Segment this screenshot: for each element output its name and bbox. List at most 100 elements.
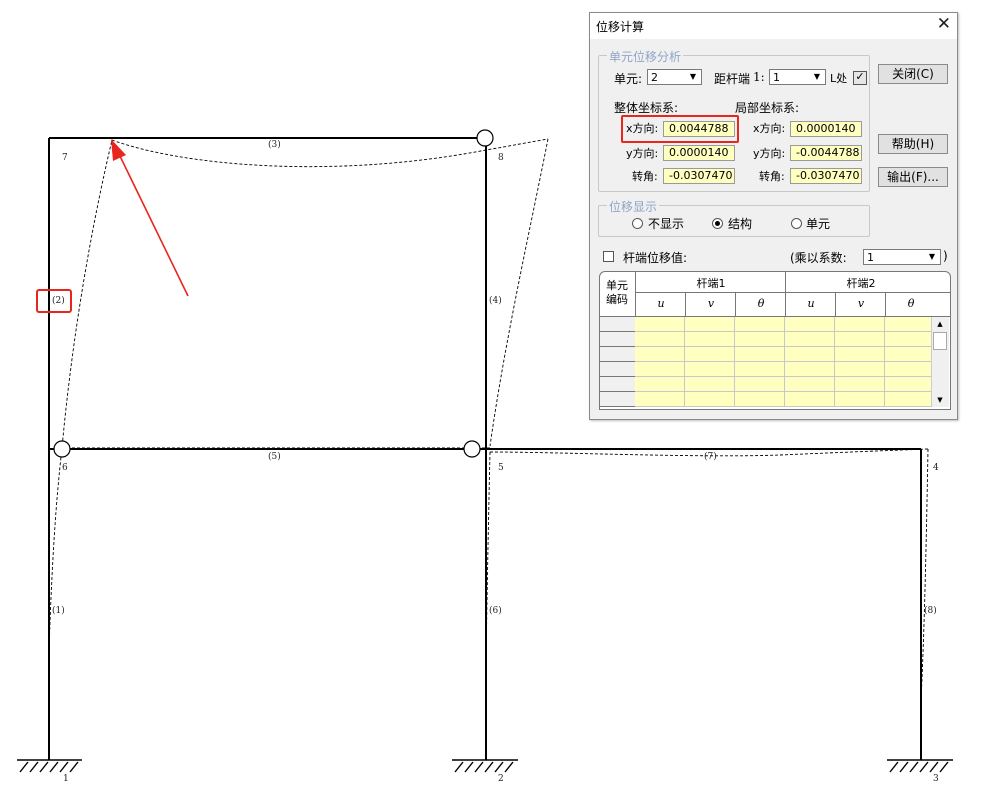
table-cell[interactable] — [635, 332, 685, 347]
member-label-7: (7) — [704, 451, 717, 462]
table-cell[interactable] — [685, 392, 735, 407]
hinge-node-6 — [53, 440, 71, 458]
check-icon: ✓ — [855, 70, 865, 83]
table-cell[interactable] — [785, 347, 835, 362]
distance-select[interactable]: 1 ▼ — [769, 69, 826, 85]
member-label-5: (5) — [268, 451, 281, 462]
table-cell[interactable] — [635, 362, 685, 377]
table-grid-line — [835, 293, 836, 317]
table-cell[interactable] — [685, 332, 735, 347]
end-disp-label: 杆端位移值: — [623, 251, 688, 265]
help-button[interactable]: 帮助(H) — [878, 134, 948, 154]
dialog-titlebar: 位移计算 ✕ — [590, 13, 957, 39]
table-cell[interactable] — [685, 362, 735, 377]
col-code-header: 编码 — [606, 293, 628, 306]
table-cell[interactable] — [785, 362, 835, 377]
table-cell[interactable] — [735, 347, 785, 362]
export-button[interactable]: 输出(F)... — [878, 167, 948, 187]
table-cell[interactable] — [835, 362, 885, 377]
table-cell[interactable] — [685, 317, 735, 332]
table-cell[interactable] — [835, 332, 885, 347]
node-label-5: 5 — [498, 463, 504, 473]
node-label-1: 1 — [63, 774, 69, 784]
table-cell[interactable] — [885, 332, 935, 347]
element-label: 单元: — [614, 72, 643, 86]
table-cell[interactable] — [835, 347, 885, 362]
table-cell[interactable] — [635, 347, 685, 362]
table-cell[interactable] — [885, 377, 935, 392]
table-cell[interactable] — [735, 392, 785, 407]
display-group-title: 位移显示 — [607, 198, 660, 215]
radio-element[interactable] — [791, 218, 802, 229]
multiply-label: (乘以系数: — [790, 251, 847, 265]
scroll-thumb[interactable] — [933, 332, 947, 350]
member-label-6: (6) — [489, 605, 502, 616]
close-button[interactable]: 关闭(C) — [878, 64, 948, 84]
member-label-8: (8) — [924, 605, 937, 616]
table-row-header[interactable] — [600, 377, 635, 392]
table-scrollbar[interactable]: ▲ ▼ — [931, 317, 949, 407]
table-cell[interactable] — [885, 317, 935, 332]
end-disp-checkbox[interactable] — [603, 251, 614, 262]
table-cell[interactable] — [735, 377, 785, 392]
node-label-2: 2 — [498, 774, 504, 784]
local-x-label: x方向: — [753, 122, 786, 135]
table-cell[interactable] — [685, 347, 735, 362]
table-row-header[interactable] — [600, 392, 635, 407]
radio-structure[interactable] — [712, 218, 723, 229]
end2-header: 杆端2 — [846, 277, 876, 290]
table-cell[interactable] — [735, 317, 785, 332]
table-cell[interactable] — [785, 317, 835, 332]
chevron-down-icon: ▼ — [813, 72, 821, 81]
analysis-group-title: 单元位移分析 — [607, 48, 684, 65]
multiply-select[interactable]: 1 ▼ — [863, 249, 941, 265]
end-displacement-table[interactable]: 单元 编码 杆端1 杆端2 u v θ u v θ ▲ ▼ — [599, 271, 951, 410]
table-row-header[interactable] — [600, 317, 635, 332]
l-checkbox[interactable]: ✓ — [853, 71, 867, 85]
distance-label: 距杆端 — [714, 72, 751, 86]
global-rotation-label: 转角: — [632, 170, 658, 183]
table-cell[interactable] — [835, 317, 885, 332]
local-coords-label: 局部坐标系: — [735, 101, 800, 115]
table-cell[interactable] — [785, 332, 835, 347]
table-cell[interactable] — [785, 377, 835, 392]
table-cell[interactable] — [835, 377, 885, 392]
scroll-up-icon[interactable]: ▲ — [932, 317, 948, 331]
radio-structure-label: 结构 — [728, 217, 753, 231]
table-cell[interactable] — [635, 317, 685, 332]
node-label-8: 8 — [498, 153, 504, 163]
element-select[interactable]: 2 ▼ — [647, 69, 702, 85]
table-cell[interactable] — [735, 362, 785, 377]
global-y-field: 0.0000140 — [663, 145, 735, 161]
fixed-supports — [17, 759, 953, 773]
table-cell[interactable] — [835, 392, 885, 407]
end1-u-header: u — [657, 297, 665, 310]
chevron-down-icon: ▼ — [689, 72, 697, 81]
node-label-4: 4 — [933, 463, 939, 473]
table-row-header[interactable] — [600, 347, 635, 362]
table-cell[interactable] — [885, 392, 935, 407]
node-label-7: 7 — [62, 153, 68, 163]
table-cell[interactable] — [635, 392, 685, 407]
end1-header: 杆端1 — [696, 277, 726, 290]
radio-hide[interactable] — [632, 218, 643, 229]
table-cell[interactable] — [635, 377, 685, 392]
table-cell[interactable] — [885, 347, 935, 362]
table-cell[interactable] — [785, 392, 835, 407]
node-label-3: 3 — [933, 774, 939, 784]
table-row-header[interactable] — [600, 332, 635, 347]
distance-select-value: 1 — [773, 71, 780, 84]
radio-hide-label: 不显示 — [648, 217, 685, 231]
member-label-1: (1) — [52, 605, 65, 616]
table-cell[interactable] — [885, 362, 935, 377]
global-y-label: y方向: — [626, 147, 659, 160]
table-cell[interactable] — [685, 377, 735, 392]
table-row-header[interactable] — [600, 362, 635, 377]
scroll-down-icon[interactable]: ▼ — [932, 393, 948, 407]
hinge-node-8 — [476, 129, 494, 147]
table-cell[interactable] — [735, 332, 785, 347]
global-coords-label: 整体坐标系: — [614, 101, 679, 115]
table-grid-line — [785, 272, 786, 317]
close-icon[interactable]: ✕ — [937, 14, 951, 34]
distance-end-label: 1: — [753, 70, 765, 84]
